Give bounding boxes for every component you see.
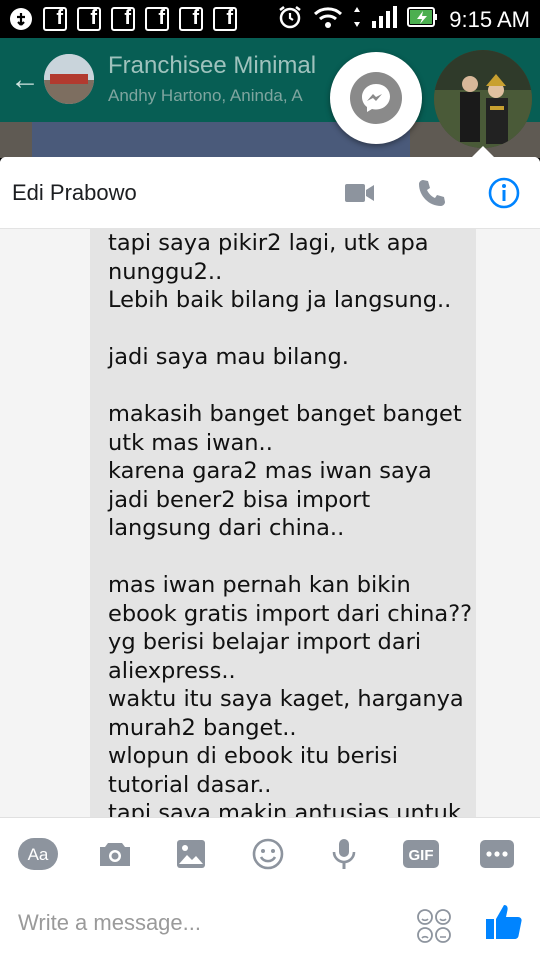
notification-icons: f f f f f f xyxy=(8,6,238,32)
conversation-header: Edi Prabowo xyxy=(0,157,540,229)
emoji-icon[interactable] xyxy=(248,836,288,872)
messenger-chat-head[interactable] xyxy=(330,52,422,144)
info-icon[interactable] xyxy=(486,175,522,211)
message-input[interactable]: Write a message... xyxy=(18,910,201,936)
messenger-conversation-panel: Edi Prabowo tapi saya pikir2 lagi, utk a… xyxy=(0,157,540,960)
message-line: karena gara2 mas iwan saya xyxy=(108,458,432,484)
usb-icon xyxy=(8,6,34,32)
facebook-icon: f xyxy=(110,6,136,32)
gif-button[interactable]: GIF xyxy=(401,836,441,872)
group-avatar xyxy=(44,54,94,104)
message-line: murah2 banget.. xyxy=(108,714,297,741)
message-line: aliexpress.. xyxy=(108,657,236,684)
message-line: wlopun di ebook itu berisi xyxy=(108,743,398,769)
system-status: 9:15 AM xyxy=(277,4,530,35)
like-thumbs-up-icon[interactable] xyxy=(484,902,524,942)
message-line: makasih banget banget banget xyxy=(108,401,462,427)
contact-chat-head-avatar[interactable] xyxy=(434,50,532,148)
message-line: langsung dari china.. xyxy=(108,515,345,541)
message-line xyxy=(108,372,478,401)
message-line: tapi saya pikir2 lagi, utk apa xyxy=(108,230,429,256)
svg-text:Aa: Aa xyxy=(28,845,49,864)
message-line: nunggu2.. xyxy=(108,258,223,285)
message-bubble[interactable]: tapi saya pikir2 lagi, utk apa nunggu2..… xyxy=(90,229,476,817)
message-line: yg berisi belajar import dari xyxy=(108,629,422,655)
message-line: waktu itu saya kaget, harganya xyxy=(108,686,464,712)
svg-text:GIF: GIF xyxy=(409,847,434,864)
message-line: tutorial dasar.. xyxy=(108,771,272,798)
signal-icon xyxy=(371,5,398,34)
facebook-icon: f xyxy=(42,6,68,32)
background-app-subtitle: Andhy Hartono, Aninda, A xyxy=(108,86,303,105)
clock: 9:15 AM xyxy=(449,6,530,32)
status-bar: f f f f f f 9:15 AM xyxy=(0,0,540,38)
message-line: jadi saya mau bilang. xyxy=(108,344,349,370)
message-line xyxy=(108,543,478,572)
camera-icon[interactable] xyxy=(95,836,135,872)
sticker-icon[interactable] xyxy=(414,908,454,944)
composer: Aa GIF Write a message... xyxy=(0,817,540,960)
message-line: mas iwan pernah kan bikin xyxy=(108,572,411,598)
phone-call-icon[interactable] xyxy=(414,175,450,211)
more-options-icon[interactable] xyxy=(477,836,517,872)
message-line: ebook gratis import dari china?? xyxy=(108,600,473,627)
message-list[interactable]: tapi saya pikir2 lagi, utk apa nunggu2..… xyxy=(0,229,540,817)
message-text: tapi saya pikir2 lagi, utk apa nunggu2..… xyxy=(108,229,478,817)
facebook-icon: f xyxy=(212,6,238,32)
data-arrows-icon xyxy=(353,5,361,34)
alarm-icon xyxy=(277,4,303,35)
composer-toolbar: Aa GIF xyxy=(0,830,540,878)
back-arrow-icon: ← xyxy=(10,63,40,96)
message-line: utk mas iwan.. xyxy=(108,429,273,456)
battery-charging-icon xyxy=(407,5,439,34)
facebook-icon: f xyxy=(178,6,204,32)
video-call-icon[interactable] xyxy=(342,175,378,211)
wifi-icon xyxy=(313,5,343,34)
messenger-icon xyxy=(350,72,402,124)
message-line: jadi bener2 bisa import xyxy=(108,486,371,513)
message-line: Lebih baik bilang ja langsung.. xyxy=(108,287,452,313)
text-format-button[interactable]: Aa xyxy=(18,836,58,872)
microphone-icon[interactable] xyxy=(324,836,364,872)
facebook-icon: f xyxy=(144,6,170,32)
background-app-title: Franchisee Minimal xyxy=(108,52,317,79)
message-line: tapi saya makin antusias untuk xyxy=(108,800,461,817)
contact-name[interactable]: Edi Prabowo xyxy=(12,180,137,206)
facebook-icon: f xyxy=(76,6,102,32)
message-line xyxy=(108,315,478,344)
gallery-icon[interactable] xyxy=(171,836,211,872)
